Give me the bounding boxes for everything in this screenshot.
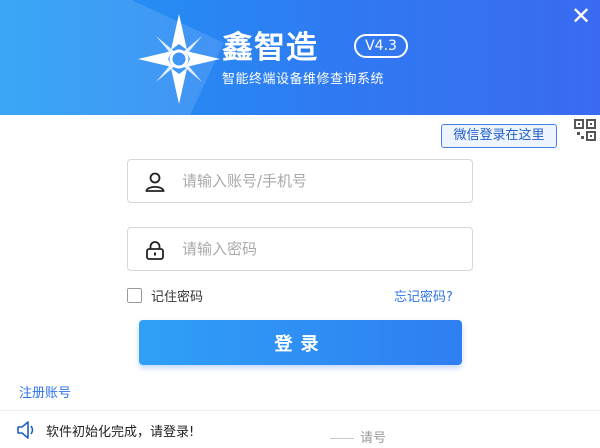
remember-label: 记住密码 [151,289,204,305]
ghost-divider [330,438,354,439]
forgot-password-link[interactable]: 忘记密码? [394,286,453,305]
qr-code-icon[interactable] [561,117,597,153]
brand-name: 鑫智造 [222,30,318,66]
status-message: 软件初始化完成，请登录! [46,425,195,440]
close-button[interactable]: ✕ [568,4,594,30]
wechat-login-tip[interactable]: 微信登录在这里 [441,124,557,148]
compass-logo-icon [138,14,220,104]
password-input[interactable] [182,234,462,264]
status-bar: 软件初始化完成，请登录! 请号 [0,410,600,448]
account-input[interactable] [182,166,462,196]
remember-checkbox[interactable] [127,287,142,303]
remember-password[interactable]: 记住密码 [127,285,203,305]
lock-icon [146,241,164,260]
user-icon [145,172,165,192]
register-link[interactable]: 注册账号 [19,382,71,401]
ghost-label: 请号 [360,431,387,446]
login-button[interactable]: 登录 [139,320,462,365]
password-field[interactable] [127,227,473,271]
speaker-icon [17,421,34,439]
version-badge: V4.3 [354,34,408,58]
header-banner: 鑫智造 V4.3 智能终端设备维修查询系统 ✕ [0,0,600,115]
tagline: 智能终端设备维修查询系统 [222,72,385,87]
account-field[interactable] [127,159,473,203]
status-ghost-text: 请号 [330,427,386,446]
